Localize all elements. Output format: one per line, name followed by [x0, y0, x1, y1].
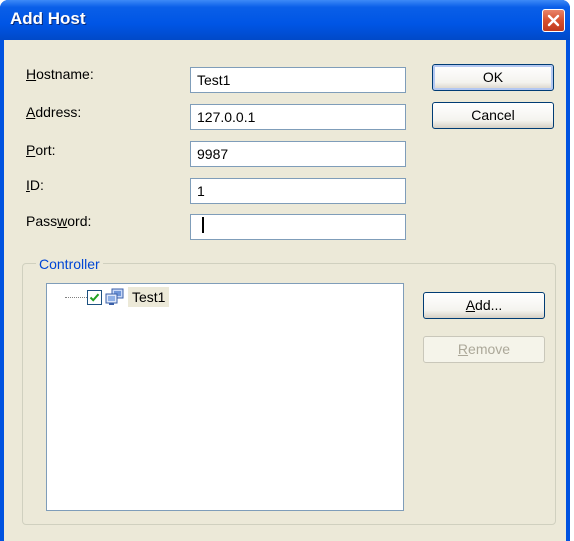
close-icon: [547, 14, 560, 27]
tree-node-label[interactable]: Test1: [128, 287, 170, 307]
password-field[interactable]: [190, 214, 406, 240]
add-button[interactable]: Add...: [423, 292, 545, 319]
checkbox-checked-icon[interactable]: [87, 290, 102, 305]
id-field[interactable]: 1: [190, 178, 406, 204]
controller-group-label: Controller: [36, 256, 103, 272]
address-field[interactable]: 127.0.0.1: [190, 104, 406, 130]
cancel-button[interactable]: Cancel: [432, 102, 554, 129]
port-field[interactable]: 9987: [190, 141, 406, 167]
hostname-field[interactable]: Test1: [190, 67, 406, 93]
text-cursor: [202, 217, 204, 233]
address-label: Address:: [26, 104, 82, 120]
title-bar[interactable]: Add Host: [0, 0, 570, 40]
password-label: Password:: [26, 213, 92, 229]
computers-icon: [105, 288, 124, 305]
id-label: ID:: [26, 177, 44, 193]
port-label: Port:: [26, 142, 56, 158]
window-title: Add Host: [10, 9, 86, 28]
ok-button[interactable]: OK: [432, 64, 554, 91]
remove-button[interactable]: Remove: [423, 336, 545, 363]
close-button[interactable]: [542, 9, 565, 32]
controller-tree[interactable]: Test1: [46, 283, 404, 511]
tree-connector: [65, 297, 87, 298]
hostname-label: Hostname:: [26, 66, 94, 82]
